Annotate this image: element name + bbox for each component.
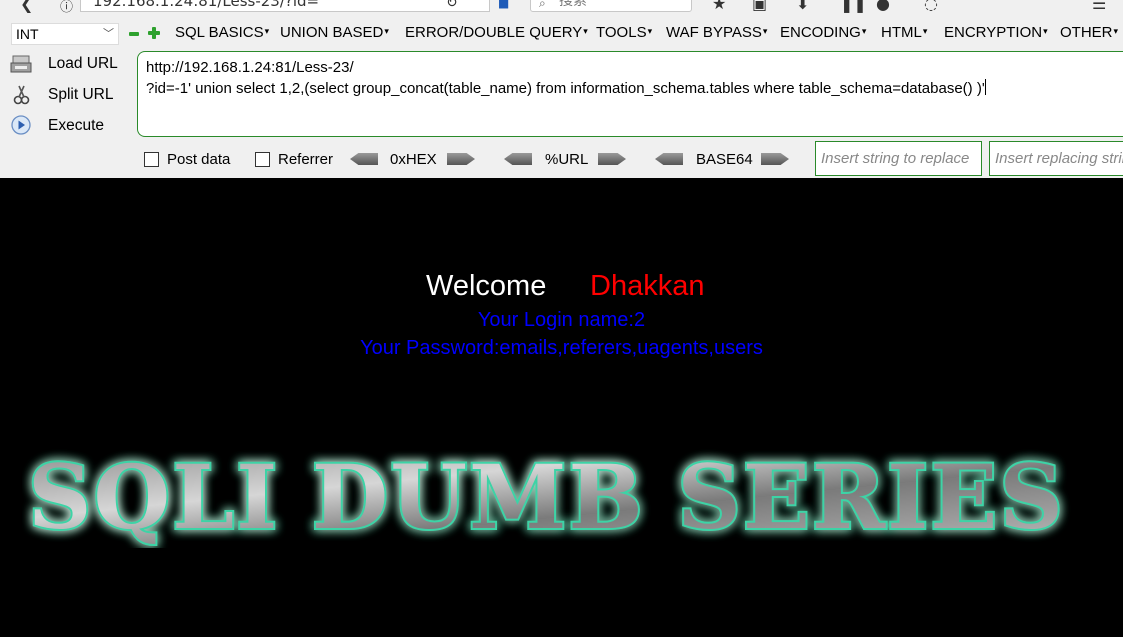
menu-tools[interactable]: TOOLS▾ — [596, 24, 652, 41]
hackbar-panel: INT ﹀ SQL BASICS▾ UNION BASED▾ ERROR/DOU… — [0, 18, 1123, 178]
type-select-value: INT — [16, 26, 39, 42]
url-line-2: ?id=-1' union select 1,2,(select group_c… — [146, 80, 985, 97]
menu-label: ENCRYPTION — [944, 24, 1043, 41]
library-icon[interactable]: ▣ — [752, 0, 767, 13]
base64-encode-arrow-icon[interactable] — [761, 153, 789, 165]
login-name-line: Your Login name:2 — [477, 309, 646, 331]
referrer-checkbox[interactable] — [255, 152, 270, 167]
referrer-label: Referrer — [278, 151, 334, 168]
hex-label: 0xHEX — [390, 151, 437, 168]
banner-text: SQLI DUMB SERIES — [28, 448, 1065, 548]
menu-label: ERROR/DOUBLE QUERY — [405, 24, 583, 41]
menu-other[interactable]: OTHER▾ — [1060, 24, 1118, 41]
hackbar-menubar: INT ﹀ SQL BASICS▾ UNION BASED▾ ERROR/DOU… — [0, 18, 1123, 50]
menu-icon[interactable]: ☰ — [1092, 0, 1106, 13]
url-textarea[interactable]: http://192.168.1.24:81/Less-23/ ?id=-1' … — [137, 51, 1123, 137]
chevron-down-icon: ﹀ — [103, 28, 114, 40]
menu-error-double-query[interactable]: ERROR/DOUBLE QUERY▾ — [405, 24, 588, 41]
minus-icon[interactable] — [129, 32, 139, 36]
type-select[interactable]: INT ﹀ — [11, 23, 119, 45]
hex-encode-arrow-icon[interactable] — [447, 153, 475, 165]
url-encode-arrow-icon[interactable] — [598, 153, 626, 165]
sync-icon[interactable]: ◌ — [924, 0, 938, 13]
replacing-string-input[interactable]: Insert replacing string — [989, 141, 1123, 176]
pause-icon[interactable]: ❚❚ — [840, 0, 867, 13]
url-decode-arrow-icon[interactable] — [504, 153, 532, 165]
base64-label: BASE64 — [696, 151, 753, 168]
menu-label: HTML — [881, 24, 922, 41]
replace-string-input[interactable]: Insert string to replace — [815, 141, 982, 176]
password-line: Your Password:emails,referers,uagents,us… — [360, 337, 763, 359]
download-icon[interactable]: ⬇ — [796, 0, 809, 13]
load-url-label: Load URL — [48, 55, 118, 72]
page-icon: ■ — [498, 0, 510, 10]
menu-label: WAF BYPASS — [666, 24, 762, 41]
menu-label: ENCODING — [780, 24, 861, 41]
welcome-text: Welcome — [426, 270, 547, 302]
menu-sql-basics[interactable]: SQL BASICS▾ — [175, 24, 269, 41]
back-icon[interactable]: ❮ — [20, 0, 33, 13]
menu-label: SQL BASICS — [175, 24, 264, 41]
scissors-icon — [13, 85, 30, 105]
menu-waf-bypass[interactable]: WAF BYPASS▾ — [666, 24, 767, 41]
plus-icon[interactable] — [148, 27, 160, 39]
user-name: Dhakkan — [590, 270, 705, 302]
reload-icon[interactable]: ↻ — [446, 0, 458, 11]
url-encode-label: %URL — [545, 151, 589, 168]
menu-encoding[interactable]: ENCODING▾ — [780, 24, 866, 41]
replace-string-placeholder: Insert string to replace — [821, 150, 970, 167]
browser-search-bar[interactable]: ⌕ 搜索 — [530, 0, 692, 12]
sqli-dumb-series-banner: SQLI DUMB SERIES — [26, 448, 1065, 548]
replacing-string-placeholder: Insert replacing string — [995, 150, 1123, 167]
search-icon: ⌕ — [539, 0, 546, 10]
browser-url-bar[interactable]: 192.168.1.24:81/Less-23/?id= — [80, 0, 490, 12]
split-url-label: Split URL — [48, 86, 114, 103]
info-icon[interactable]: ⓘ — [60, 0, 73, 15]
post-data-label: Post data — [167, 151, 231, 168]
text-caret — [984, 79, 986, 95]
page-content — [7, 178, 1123, 637]
menu-union-based[interactable]: UNION BASED▾ — [280, 24, 389, 41]
base64-decode-arrow-icon[interactable] — [655, 153, 683, 165]
addon-icon[interactable]: ● — [876, 0, 890, 13]
bookmark-star-icon[interactable]: ★ — [712, 0, 726, 13]
play-icon — [11, 115, 31, 135]
url-line-1: http://192.168.1.24:81/Less-23/ — [146, 59, 354, 76]
browser-url-text: 192.168.1.24:81/Less-23/?id= — [93, 0, 320, 10]
menu-html[interactable]: HTML▾ — [881, 24, 927, 41]
hex-decode-arrow-icon[interactable] — [350, 153, 378, 165]
menu-label: UNION BASED — [280, 24, 384, 41]
menu-label: TOOLS — [596, 24, 647, 41]
post-data-checkbox[interactable] — [144, 152, 159, 167]
search-placeholder: 搜索 — [559, 0, 587, 9]
menu-label: OTHER — [1060, 24, 1113, 41]
menu-encryption[interactable]: ENCRYPTION▾ — [944, 24, 1048, 41]
load-url-icon — [10, 55, 32, 73]
execute-label: Execute — [48, 117, 105, 134]
browser-toolbar: ❮ ⓘ 192.168.1.24:81/Less-23/?id= ↻ ■ ⌕ 搜… — [0, 0, 1123, 18]
